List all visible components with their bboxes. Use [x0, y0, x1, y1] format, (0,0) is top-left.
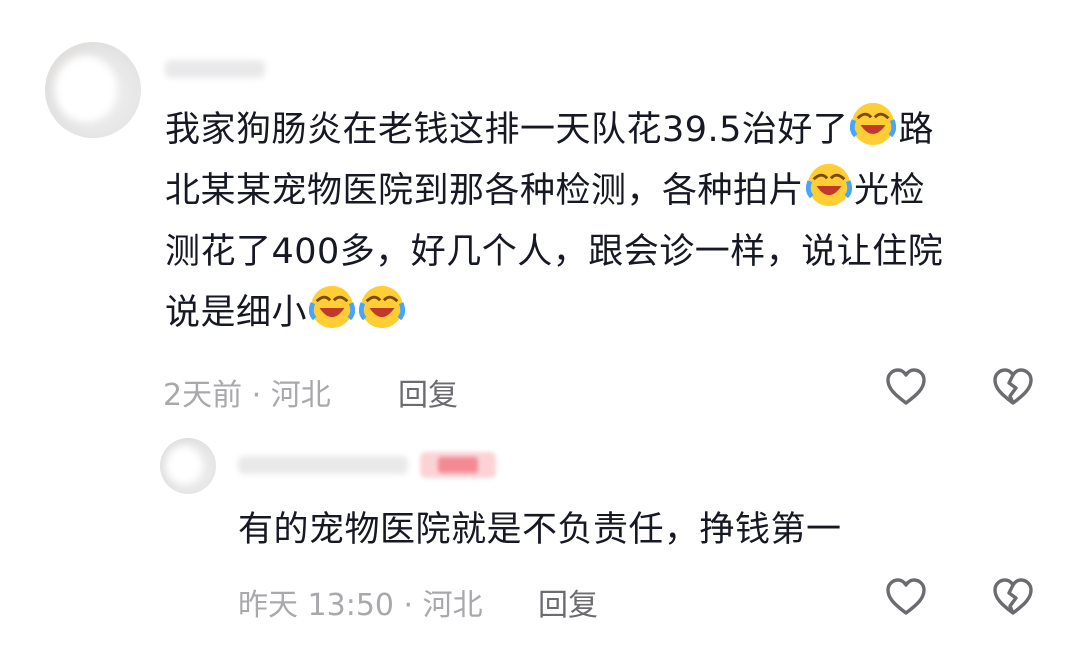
reply-avatar[interactable]	[160, 438, 216, 494]
heart-outline-icon[interactable]	[884, 366, 928, 410]
reply-reply-button[interactable]: 回复	[538, 580, 598, 624]
username[interactable]	[165, 60, 265, 78]
author-tag	[420, 452, 496, 478]
reply-username[interactable]	[238, 456, 408, 474]
reply-comment-text: 有的宠物医院就是不负责任，挣钱第一	[238, 510, 842, 550]
comment-line-1-tail: 路	[898, 110, 934, 150]
reply-time-location: 昨天 13:50 · 河北	[238, 588, 483, 623]
comment-line-1-text: 我家狗肠炎在老钱这排一天队花39.5治好了	[165, 110, 849, 150]
laughing-crying-emoji-icon	[359, 285, 406, 329]
laughing-crying-emoji-icon	[850, 102, 897, 146]
comment-text: 我家狗肠炎在老钱这排一天队花39.5治好了 路 北某某宠物医院到那各种检测，各种拍…	[165, 100, 1045, 344]
comment-line-1: 我家狗肠炎在老钱这排一天队花39.5治好了 路	[165, 100, 1045, 161]
comment-line-4: 说是细小	[165, 283, 1045, 344]
comment-time-location: 2天前 · 河北	[163, 378, 331, 413]
laughing-crying-emoji-icon	[806, 163, 853, 207]
reply-button[interactable]: 回复	[398, 370, 458, 414]
comment-line-4-text: 说是细小	[165, 293, 308, 333]
avatar[interactable]	[45, 42, 141, 138]
broken-heart-outline-icon[interactable]	[991, 576, 1035, 620]
broken-heart-outline-icon[interactable]	[991, 366, 1035, 410]
heart-outline-icon[interactable]	[884, 576, 928, 620]
comment-line-2-tail: 光检	[854, 171, 926, 211]
comment-line-2-text: 北某某宠物医院到那各种检测，各种拍片	[165, 171, 805, 211]
comment-line-3: 测花了400多，好几个人，跟会诊一样，说让住院	[165, 232, 944, 272]
laughing-crying-emoji-icon	[309, 285, 356, 329]
comment-line-2: 北某某宠物医院到那各种检测，各种拍片 光检	[165, 161, 1045, 222]
